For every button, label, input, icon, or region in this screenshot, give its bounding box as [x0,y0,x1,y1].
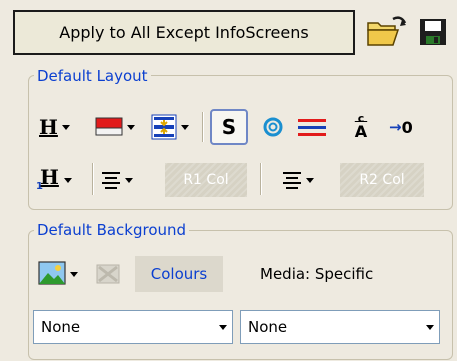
colour-bar-icon [95,117,123,136]
indent-zero-button[interactable]: → 0 [389,110,413,144]
subheading-style-dropdown[interactable]: H 1 [36,161,72,199]
vertical-align-dropdown[interactable] [151,110,189,144]
case-button[interactable]: c A [350,104,372,148]
heading-icon: H [39,115,58,139]
line-spacing-button[interactable] [296,110,328,144]
disabled-image-icon [96,264,120,284]
chevron-down-icon [306,177,314,183]
r2-col-label: R2 Col [359,172,405,188]
shadow-toggle-button[interactable]: S [210,109,248,145]
r1-col-label: R1 Col [183,172,229,188]
chevron-down-icon [125,177,133,183]
subheading-icon: H 1 [36,165,59,192]
align-center-icon [283,172,301,189]
background-select-2[interactable]: None [240,310,440,344]
apply-to-all-except-infoscreens-button[interactable]: Apply to All Except InfoScreens [13,10,355,55]
r2-align-dropdown[interactable] [282,163,314,197]
r2-col-button[interactable]: R2 Col [340,163,424,197]
indent-zero-label: 0 [401,117,413,137]
outline-o-icon [263,117,283,137]
r1-align-dropdown[interactable] [101,163,133,197]
chevron-down-icon [127,124,135,130]
chevron-down-icon [70,271,78,277]
line-spacing-icon [298,119,326,136]
heading-style-dropdown[interactable]: H [39,110,70,144]
chevron-down-icon [61,124,70,130]
background-image-dropdown[interactable] [38,256,78,292]
folder-open-icon[interactable] [365,13,409,51]
chevron-down-icon[interactable] [421,311,439,343]
chevron-down-icon [181,124,189,130]
toolbar-separator [260,163,261,195]
apply-button-label: Apply to All Except InfoScreens [59,23,309,42]
colours-button[interactable]: Colours [135,256,223,292]
arrow-right-icon: → [389,118,402,136]
outline-button[interactable] [262,110,284,144]
shadow-s-icon: S [221,115,237,139]
toolbar-separator [92,163,93,195]
r1-col-button[interactable]: R1 Col [165,163,247,197]
vertical-align-icon [151,114,177,140]
media-specific-label: Media: Specific [260,265,374,283]
colour-picker-dropdown[interactable] [95,110,135,144]
default-layout-legend: Default Layout [34,67,151,85]
floppy-disk-icon[interactable] [418,13,448,51]
chevron-down-icon [64,177,72,183]
align-center-icon [102,172,120,189]
background-select-1[interactable]: None [33,310,233,344]
case-large-a-icon: A [354,121,368,141]
remove-image-button [95,258,121,290]
chevron-down-icon[interactable] [214,311,232,343]
background-select-1-value: None [41,318,81,336]
default-background-legend: Default Background [34,221,190,239]
landscape-image-icon [38,261,66,285]
background-select-2-value: None [248,318,288,336]
colours-label: Colours [150,265,208,283]
toolbar-separator [202,112,203,142]
